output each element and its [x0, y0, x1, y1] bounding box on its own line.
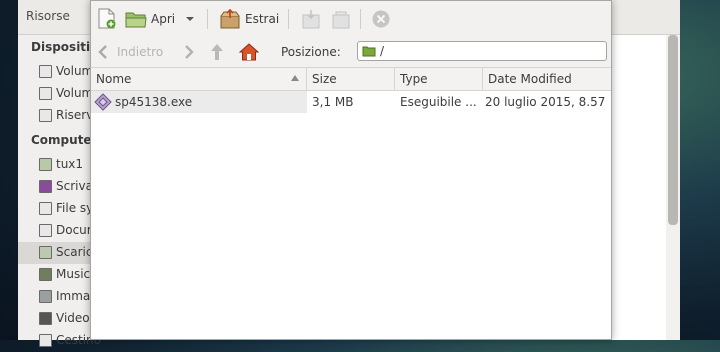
file-name-cell: sp45138.exe [91, 91, 307, 113]
file-type: Eseguibile ... [400, 95, 477, 109]
videos-icon [39, 312, 52, 325]
sidebar-item-home[interactable]: tux1 [18, 154, 100, 176]
desktop-icon [39, 180, 52, 193]
home-button[interactable] [239, 42, 259, 62]
background-scrollbar[interactable] [668, 35, 678, 225]
sidebar-item-reserved[interactable]: Riserva [18, 105, 101, 127]
desktop-edge [700, 0, 720, 30]
archive-manager-window: Apri Estrai Indietro Posizione: / Nome S… [90, 0, 612, 340]
sidebar-item-volume-1[interactable]: Volume [18, 61, 101, 83]
file-type-cell: Eseguibile ... [395, 91, 483, 113]
filesystem-icon [39, 202, 52, 215]
add-files-button[interactable] [300, 7, 322, 31]
sidebar-item-downloads[interactable]: Scaricati [18, 242, 108, 264]
sort-ascending-icon [291, 75, 299, 81]
resources-label: Risorse [26, 9, 70, 23]
column-size[interactable]: Size [307, 68, 395, 90]
column-name[interactable]: Nome [91, 68, 307, 90]
new-archive-icon [98, 8, 116, 29]
position-value: / [380, 44, 385, 58]
folder-icon [362, 46, 376, 57]
sidebar-item-desktop[interactable]: Scrivania [18, 176, 111, 198]
arrow-up-icon [211, 44, 223, 60]
open-dropdown-button[interactable] [185, 7, 195, 31]
back-button-label: Indietro [117, 45, 164, 59]
column-date-modified[interactable]: Date Modified [483, 68, 611, 90]
open-button[interactable]: Apri [125, 7, 175, 31]
extract-button[interactable]: Estrai [219, 7, 279, 31]
toolbar: Apri Estrai [91, 1, 611, 38]
trash-icon [39, 334, 52, 347]
drive-icon [39, 109, 52, 122]
column-type[interactable]: Type [395, 68, 483, 90]
executable-file-icon [94, 93, 112, 111]
toolbar-separator [360, 9, 361, 29]
documents-icon [39, 224, 52, 237]
drive-icon [39, 87, 52, 100]
sidebar-item-volume-2[interactable]: Volume [18, 83, 101, 105]
up-button[interactable] [209, 42, 225, 62]
table-row[interactable]: sp45138.exe 3,1 MB Eseguibile ... 20 lug… [91, 91, 611, 113]
computer-heading: Computer [31, 133, 98, 147]
toolbar-separator [207, 9, 208, 29]
forward-button[interactable] [183, 42, 195, 62]
chevron-right-icon [185, 45, 194, 59]
back-button[interactable]: Indietro [97, 42, 163, 62]
music-icon [39, 268, 52, 281]
position-label: Posizione: [281, 45, 341, 59]
chevron-down-icon [186, 17, 194, 21]
add-folder-icon [332, 11, 350, 29]
add-folder-button[interactable] [330, 7, 352, 31]
toolbar-separator [288, 9, 289, 29]
stop-icon [372, 10, 390, 28]
sidebar-item-videos[interactable]: Video [18, 308, 100, 330]
places-sidebar: Dispositivi Volume Volume Riserva Comput… [18, 35, 123, 347]
pictures-icon [39, 290, 52, 303]
add-files-icon [302, 10, 320, 29]
stop-button[interactable] [371, 7, 391, 31]
home-folder-icon [39, 158, 52, 171]
file-list-header: Nome Size Type Date Modified [91, 68, 611, 91]
file-modified-cell: 20 luglio 2015, 8.57 [483, 91, 611, 113]
extract-button-label: Estrai [245, 12, 280, 26]
file-size-cell: 3,1 MB [307, 91, 395, 113]
sidebar-item-trash[interactable]: Cestino [18, 330, 101, 352]
sidebar-item-filesystem[interactable]: File system [18, 198, 123, 220]
open-button-label: Apri [151, 12, 176, 26]
sidebar-item-music[interactable]: Musica [18, 264, 100, 286]
position-field[interactable]: / [357, 41, 607, 61]
location-bar: Indietro Posizione: / [91, 37, 611, 68]
file-size: 3,1 MB [312, 95, 354, 109]
sidebar-item-documents[interactable]: Documenti [18, 220, 122, 242]
new-archive-button[interactable] [97, 7, 117, 31]
downloads-icon [39, 246, 52, 259]
open-folder-icon [125, 12, 147, 28]
chevron-left-icon [98, 45, 107, 59]
sidebar-item-pictures[interactable]: Immagini [18, 286, 112, 308]
file-name: sp45138.exe [115, 95, 193, 109]
file-modified: 20 luglio 2015, 8.57 [485, 95, 606, 109]
extract-icon [220, 9, 240, 29]
drive-icon [39, 65, 52, 78]
home-icon [239, 43, 259, 61]
